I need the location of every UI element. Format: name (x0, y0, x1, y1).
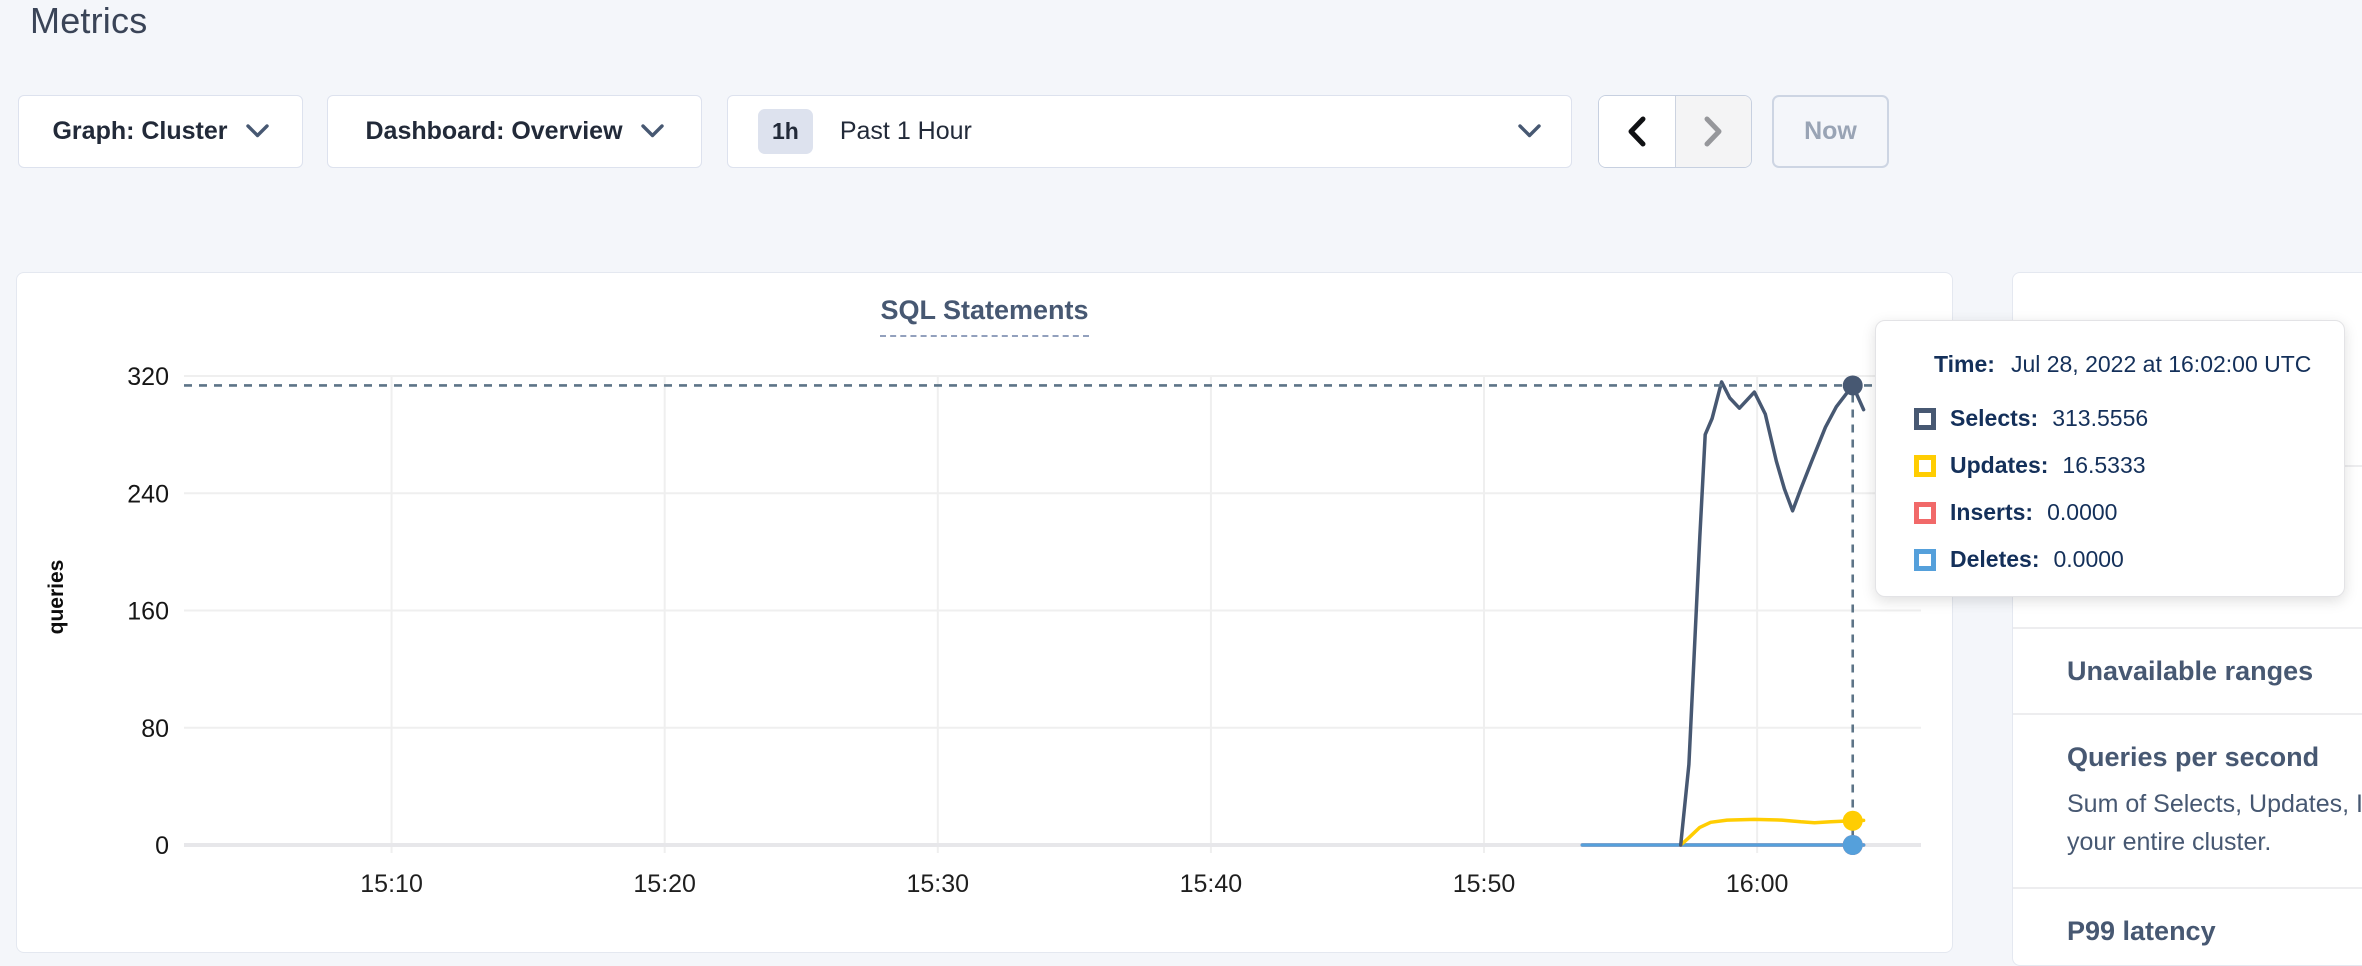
svg-text:160: 160 (127, 598, 169, 626)
dashboard-dropdown[interactable]: Dashboard: Overview (327, 95, 702, 168)
chevron-left-icon (1627, 116, 1646, 147)
tooltip-row-updates: Updates: 16.5333 (1914, 442, 2148, 489)
chevron-right-icon (1704, 116, 1723, 147)
svg-text:15:40: 15:40 (1180, 870, 1243, 898)
tooltip-time-row: Time: Jul 28, 2022 at 16:02:00 UTC (1934, 351, 2311, 378)
tooltip-row-deletes: Deletes: 0.0000 (1914, 536, 2148, 583)
chart-tooltip: Time: Jul 28, 2022 at 16:02:00 UTC Select… (1875, 320, 2345, 597)
svg-text:15:20: 15:20 (633, 870, 696, 898)
sidebar-item-p99-latency: P99 latency (2013, 889, 2362, 966)
deletes-series-swatch (1914, 549, 1936, 571)
graph-dropdown-label: Graph: Cluster (52, 117, 227, 146)
svg-text:0: 0 (155, 832, 169, 860)
tooltip-time-label: Time: (1934, 351, 1995, 377)
svg-text:15:10: 15:10 (360, 870, 423, 898)
svg-text:80: 80 (141, 715, 169, 743)
time-nav-group (1598, 95, 1752, 168)
sidebar-item-heading: Queries per second (2067, 741, 2362, 773)
chevron-down-icon (641, 124, 664, 139)
sql-statements-chart[interactable]: 15:10 15:20 15:30 15:40 15:50 16:00 0 80 160 240 3… (17, 328, 1954, 948)
sql-statements-chart-card: SQL Statements 15:1015:2015:3015:4015:50… (16, 272, 1953, 953)
svg-text:240: 240 (127, 480, 169, 508)
sidebar-item-unavailable-ranges: Unavailable ranges (2013, 629, 2362, 713)
time-range-label: Past 1 Hour (840, 117, 972, 146)
next-timerange-button[interactable] (1675, 96, 1752, 167)
tooltip-time-value: Jul 28, 2022 at 16:02:00 UTC (2011, 351, 2311, 377)
dashboard-dropdown-label: Dashboard: Overview (365, 117, 622, 146)
updates-series-swatch (1914, 455, 1936, 477)
inserts-series-swatch (1914, 502, 1936, 524)
sidebar-item-heading: P99 latency (2067, 915, 2362, 947)
tooltip-row-selects: Selects: 313.5556 (1914, 395, 2148, 442)
sidebar-item-queries-per-second: Queries per second Sum of Selects, Updat… (2013, 715, 2362, 887)
now-button[interactable]: Now (1772, 95, 1889, 168)
sidebar-item-heading: Unavailable ranges (2067, 655, 2362, 687)
sidebar-item-description: Sum of Selects, Updates, Inser your enti… (2067, 785, 2362, 861)
svg-text:16:00: 16:00 (1726, 870, 1789, 898)
tooltip-row-inserts: Inserts: 0.0000 (1914, 489, 2148, 536)
chevron-down-icon (1518, 124, 1541, 139)
page-title: Metrics (30, 0, 147, 42)
time-range-dropdown[interactable]: 1h Past 1 Hour (727, 95, 1572, 168)
chevron-down-icon (246, 124, 269, 139)
y-axis-label: queries (45, 527, 69, 667)
graph-dropdown[interactable]: Graph: Cluster (18, 95, 303, 168)
time-range-badge: 1h (758, 109, 813, 154)
svg-text:15:30: 15:30 (907, 870, 970, 898)
svg-text:15:50: 15:50 (1453, 870, 1516, 898)
selects-series-swatch (1914, 408, 1936, 430)
svg-text:320: 320 (127, 363, 169, 391)
prev-timerange-button[interactable] (1599, 96, 1675, 167)
